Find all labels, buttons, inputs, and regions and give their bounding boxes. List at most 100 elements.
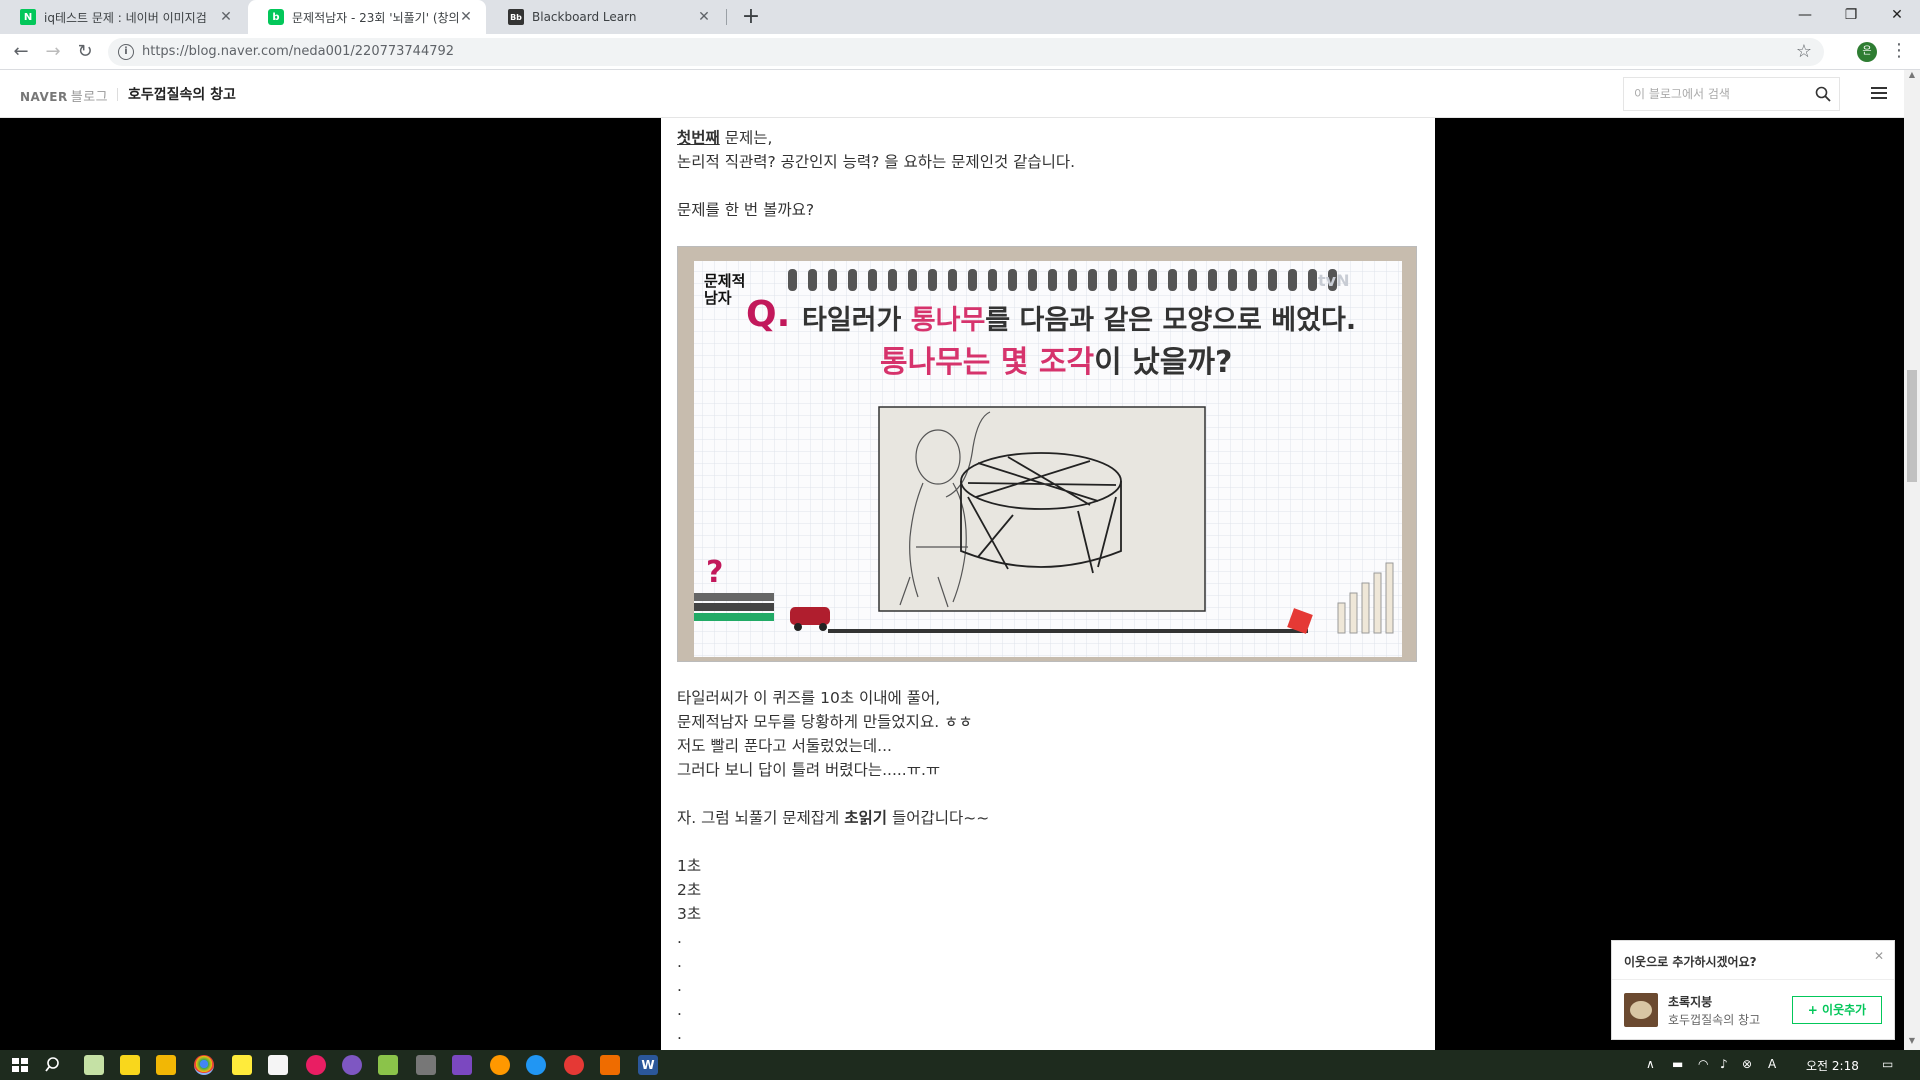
text: 들어갑니다~~ bbox=[887, 809, 990, 827]
naver-blog-logo[interactable]: NAVER 블로그 bbox=[20, 86, 108, 105]
text: 문제는, bbox=[719, 129, 773, 147]
tray-app-icon[interactable]: ⊗ bbox=[1742, 1057, 1752, 1071]
windows-start-icon[interactable] bbox=[10, 1055, 30, 1075]
tab-iq-test[interactable]: N iq테스트 문제 : 네이버 이미지검 ✕ bbox=[0, 0, 246, 34]
close-icon[interactable]: ✕ bbox=[1874, 949, 1884, 963]
visual-studio-icon[interactable] bbox=[452, 1055, 472, 1075]
text: 자. 그럼 뇌풀기 문제잡게 bbox=[677, 809, 845, 827]
blog-header: NAVER 블로그 호두껍질속의 창고 bbox=[0, 70, 1904, 118]
app-icon[interactable] bbox=[564, 1055, 584, 1075]
question-line-2: 통나무는 몇 조각이 났을까? bbox=[880, 348, 1232, 378]
naver-blog-icon: b bbox=[268, 9, 284, 25]
countdown-line: . bbox=[677, 977, 682, 995]
scroll-up-icon[interactable]: ▲ bbox=[1904, 70, 1920, 84]
menu-icon[interactable] bbox=[1871, 87, 1887, 101]
notification-icon[interactable]: ▭ bbox=[1882, 1057, 1893, 1071]
tray-chevron-icon[interactable]: ∧ bbox=[1646, 1057, 1655, 1071]
app-icon[interactable] bbox=[306, 1055, 326, 1075]
chrome-icon[interactable] bbox=[194, 1055, 214, 1075]
blackboard-icon: Bb bbox=[508, 9, 524, 25]
add-neighbor-button[interactable]: + 이웃추가 bbox=[1792, 996, 1882, 1024]
countdown-line: . bbox=[677, 1025, 682, 1043]
popup-question: 이웃으로 추가하시겠어요? bbox=[1624, 955, 1757, 969]
ime-indicator[interactable]: A bbox=[1768, 1057, 1776, 1071]
new-tab-button[interactable]: + bbox=[737, 3, 765, 31]
browser-toolbar: ← → ↻ i https://blog.naver.com/neda001/2… bbox=[0, 34, 1920, 70]
clock[interactable]: 오전 2:18 bbox=[1806, 1057, 1859, 1074]
sticky-notes-icon[interactable] bbox=[120, 1055, 140, 1075]
tray-app-icon[interactable]: ▬ bbox=[1672, 1057, 1683, 1071]
app-icon[interactable] bbox=[416, 1055, 436, 1075]
info-icon[interactable]: i bbox=[118, 44, 134, 60]
text: 타일러가 bbox=[802, 305, 911, 336]
chrome-menu-icon[interactable]: ⋮ bbox=[1890, 40, 1908, 61]
text: 이 났을까? bbox=[1094, 345, 1233, 380]
countdown-line: 2초 bbox=[677, 881, 702, 899]
address-bar[interactable]: i https://blog.naver.com/neda001/2207737… bbox=[108, 38, 1824, 66]
search-icon[interactable] bbox=[44, 1055, 64, 1075]
blog-avatar bbox=[1624, 993, 1658, 1027]
blog-search-box bbox=[1623, 77, 1840, 111]
post-line: 자. 그럼 뇌풀기 문제잡게 초읽기 들어갑니다~~ bbox=[677, 806, 1417, 830]
divider bbox=[1612, 979, 1894, 980]
pen-app-icon[interactable] bbox=[84, 1055, 104, 1075]
close-tab-icon[interactable]: ✕ bbox=[696, 9, 712, 25]
blog-title[interactable]: 호두껍질속의 창고 bbox=[128, 84, 236, 104]
close-tab-icon[interactable]: ✕ bbox=[458, 9, 474, 25]
post-line: 저도 빨리 푼다고 서둘렀었는데... bbox=[677, 737, 892, 755]
q-mark: Q. bbox=[746, 294, 791, 335]
minimize-button[interactable]: — bbox=[1782, 0, 1828, 30]
post-content: 첫번째 문제는, 논리적 직관력? 공간인지 능력? 을 요하는 문제인것 같습… bbox=[661, 118, 1435, 1050]
volume-icon[interactable]: ♪ bbox=[1720, 1057, 1728, 1071]
tab-strip: N iq테스트 문제 : 네이버 이미지검 ✕ b 문제적남자 - 23회 '뇌… bbox=[0, 0, 1920, 34]
windows-taskbar: W ∧ ▬ ◠ ♪ ⊗ A 오전 2:18 ▭ bbox=[0, 1050, 1920, 1080]
reload-button[interactable]: ↻ bbox=[73, 40, 97, 64]
blog-name: 호두껍질속의 창고 bbox=[1668, 1013, 1761, 1027]
profile-avatar[interactable]: 은 bbox=[1857, 42, 1877, 62]
text: 를 다음과 같은 모양으로 베었다. bbox=[985, 305, 1357, 336]
app-icon[interactable] bbox=[490, 1055, 510, 1075]
scroll-down-icon[interactable]: ▼ bbox=[1904, 1036, 1920, 1050]
svg-text:?: ? bbox=[706, 555, 723, 590]
back-button[interactable]: ← bbox=[9, 40, 33, 64]
countdown-line: . bbox=[677, 1001, 682, 1019]
close-window-button[interactable]: ✕ bbox=[1874, 0, 1920, 30]
tab-blog-post[interactable]: b 문제적남자 - 23회 '뇌풀기' (창의 ✕ bbox=[248, 0, 486, 34]
wifi-icon[interactable]: ◠ bbox=[1698, 1057, 1708, 1071]
android-icon[interactable] bbox=[378, 1055, 398, 1075]
app-icon[interactable] bbox=[342, 1055, 362, 1075]
countdown-line: 1초 bbox=[677, 857, 702, 875]
tab-title: 문제적남자 - 23회 '뇌풀기' (창의 bbox=[292, 10, 458, 25]
post-line: 논리적 직관력? 공간인지 능력? 을 요하는 문제인것 같습니다. bbox=[677, 153, 1076, 171]
tab-blackboard[interactable]: Bb Blackboard Learn ✕ bbox=[488, 0, 724, 34]
emphasis-text: 초읽기 bbox=[844, 809, 888, 827]
close-tab-icon[interactable]: ✕ bbox=[218, 9, 234, 25]
tab-separator bbox=[726, 9, 727, 25]
blog-search-input[interactable] bbox=[1624, 78, 1804, 110]
header-divider bbox=[117, 88, 118, 101]
bookmark-star-icon[interactable]: ☆ bbox=[1796, 41, 1812, 62]
countdown-line: 3초 bbox=[677, 905, 702, 923]
post-line: 첫번째 문제는, bbox=[677, 126, 1417, 150]
file-explorer-icon[interactable] bbox=[156, 1055, 176, 1075]
page-scrollbar[interactable]: ▲ ▼ bbox=[1904, 70, 1920, 1050]
word-icon[interactable]: W bbox=[638, 1055, 658, 1075]
question-line-1: 타일러가 통나무를 다음과 같은 모양으로 베었다. bbox=[802, 307, 1356, 334]
scrollbar-thumb[interactable] bbox=[1907, 370, 1917, 482]
tab-title: Blackboard Learn bbox=[532, 10, 637, 24]
channel-logo: tvN bbox=[1318, 271, 1350, 290]
post-line: 타일러씨가 이 퀴즈를 10초 이내에 풀어, bbox=[677, 689, 941, 707]
url-text[interactable]: https://blog.naver.com/neda001/220773744… bbox=[142, 44, 454, 59]
app-icon[interactable] bbox=[526, 1055, 546, 1075]
quiz-image[interactable]: ? 문제적 남자 tvN Q. 타일러가 통나무를 다음과 같은 모양으로 베었… bbox=[677, 246, 1417, 662]
calculator-icon[interactable] bbox=[268, 1055, 288, 1075]
maximize-button[interactable]: ❐ bbox=[1828, 0, 1874, 30]
matlab-icon[interactable] bbox=[600, 1055, 620, 1075]
forward-button[interactable]: → bbox=[41, 40, 65, 64]
kakaotalk-icon[interactable] bbox=[232, 1055, 252, 1075]
search-icon[interactable] bbox=[1815, 86, 1831, 102]
blogger-name: 초록지붕 bbox=[1668, 995, 1713, 1009]
emphasis-text: 첫번째 bbox=[677, 129, 720, 147]
post-line: 문제적남자 모두를 당황하게 만들었지요. ㅎㅎ bbox=[677, 713, 973, 731]
post-line: 그러다 보니 답이 틀려 버렸다는.....ㅠ.ㅠ bbox=[677, 761, 941, 779]
